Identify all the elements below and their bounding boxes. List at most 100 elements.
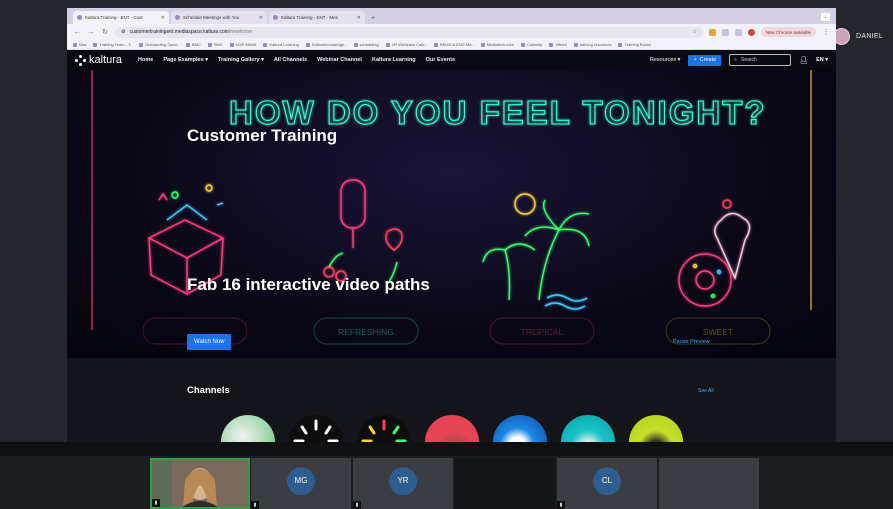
participant-tile[interactable]: MG ▮	[251, 458, 351, 509]
channel-thumbnail[interactable]	[629, 415, 683, 442]
star-icon[interactable]: ☆	[692, 29, 696, 35]
bookmark-item[interactable]: Onboarding Gami..	[139, 42, 179, 47]
neon-label-refreshing: REFRESHING	[338, 327, 394, 337]
create-button[interactable]: + Create	[688, 54, 722, 66]
channel-thumbnail[interactable]	[357, 415, 411, 442]
nav-training-gallery[interactable]: Training Gallery ▾	[218, 57, 264, 63]
bookmark-item[interactable]: REMS & ENG Ma..	[433, 42, 474, 47]
host-badge: DANIEL	[833, 28, 883, 45]
close-icon[interactable]: ✕	[357, 15, 361, 21]
channel-thumbnail[interactable]	[289, 415, 343, 442]
bookmark-label: Calendly	[526, 42, 543, 47]
bookmark-label: Onboarding Gami..	[145, 42, 179, 47]
user-icon[interactable]: 👤︎	[799, 56, 808, 64]
bookmark-item[interactable]: Nira	[73, 42, 86, 47]
bookmark-label: Nira	[79, 42, 87, 47]
channel-thumbnail[interactable]	[493, 415, 547, 442]
nav-page-examples[interactable]: Page Examples ▾	[163, 57, 208, 63]
bookmark-item[interactable]: KMS 5DMK	[229, 42, 256, 47]
back-icon[interactable]: ←	[73, 29, 81, 36]
kaltura-favicon-icon	[273, 15, 278, 20]
menu-icon[interactable]: ⋮	[822, 28, 830, 36]
watch-now-button[interactable]: Watch Now	[187, 334, 232, 350]
see-all-link[interactable]: See All	[698, 388, 714, 394]
bookmark-item[interactable]: training resources	[573, 42, 611, 47]
browser-tab-1[interactable]: Kaltura Training - ENT - Cust ✕	[73, 11, 169, 24]
bookmark-item[interactable]: Mediatech.com	[480, 42, 514, 47]
search-icon: ⌕	[734, 57, 737, 63]
neon-bar	[91, 70, 93, 330]
logo-text: kaltura	[89, 54, 123, 66]
channel-thumbnail[interactable]	[561, 415, 615, 442]
participant-tile[interactable]	[455, 458, 555, 509]
bookmark-item[interactable]: BMC	[185, 42, 201, 47]
nav-all-channels[interactable]: All Channels	[274, 57, 307, 63]
search-placeholder: Search	[740, 57, 757, 63]
chrome-update-button[interactable]: New Chrome available	[760, 27, 816, 37]
bookmarks-bar: Nira Training Team - T.. Onboarding Gami..…	[67, 40, 836, 50]
sidepanel-icon[interactable]	[734, 28, 742, 36]
bookmark-item[interactable]: Kaltura Learning	[263, 42, 299, 47]
new-tab-button[interactable]: +	[367, 15, 379, 24]
bookmark-item[interactable]: Training Team - T..	[93, 42, 132, 47]
channels-section: Channels See All	[67, 358, 836, 442]
mic-icon: ▮	[251, 501, 259, 509]
nav-home[interactable]: Home	[138, 57, 153, 63]
bookmark-icon	[385, 42, 390, 47]
browser-tab-3[interactable]: Kaltura Training - ENT - Mes ✕	[269, 11, 365, 24]
bookmark-item[interactable]: KalturaKnowledge..	[305, 42, 347, 47]
nav-webinar-channel[interactable]: Webinar Channel	[317, 57, 362, 63]
bookmark-item[interactable]: Training Books	[618, 42, 651, 47]
channel-thumbnail[interactable]	[425, 415, 479, 442]
bookmark-icon	[549, 42, 554, 47]
nav-our-events[interactable]: Our Events	[426, 57, 455, 63]
tab-label: Schedule Meetings with You	[183, 15, 240, 20]
slide-heading: Fab 16 interactive video paths	[187, 275, 430, 294]
site-info-icon[interactable]: ⚙	[121, 29, 125, 35]
reload-icon[interactable]: ↻	[101, 28, 109, 36]
bookmark-icon	[185, 42, 190, 47]
bookmark-label: Training Team - T..	[99, 42, 133, 47]
search-input[interactable]: ⌕ Search	[729, 54, 792, 66]
channel-thumbnail[interactable]	[221, 415, 275, 442]
bookmark-label: KalturaKnowledge..	[311, 42, 347, 47]
bookmark-label: REMS & ENG Ma..	[439, 42, 474, 47]
bookmark-item[interactable]: Calendly	[520, 42, 543, 47]
participant-tile[interactable]: CL ▮	[557, 458, 657, 509]
sparkle-icon	[293, 419, 339, 442]
extension-icon[interactable]	[747, 28, 755, 36]
participant-tile[interactable]: YR ▮	[353, 458, 453, 509]
bookmark-icon	[229, 42, 234, 47]
chevron-down-icon[interactable]: ⌄	[821, 13, 830, 21]
participant-tile[interactable]	[659, 458, 759, 509]
address-bar[interactable]: ⚙ customertrainingent.mediaspace.kaltura…	[115, 26, 703, 38]
browser-tab-2[interactable]: Schedule Meetings with You ✕	[171, 11, 267, 24]
page-title: Customer Training	[187, 126, 338, 145]
extension-icon[interactable]	[708, 28, 716, 36]
extension-icon[interactable]	[721, 28, 729, 36]
bookmark-item[interactable]: Vifeed	[549, 42, 567, 47]
language-selector[interactable]: EN ▾	[816, 57, 828, 63]
neon-hero-art: HOW DO YOU FEEL TONIGHT? REFRESHING TROP…	[91, 70, 812, 345]
bookmark-item[interactable]: SMS	[207, 42, 223, 47]
bookmark-item[interactable]: VR Webinars Cale..	[385, 42, 427, 47]
bookmark-item[interactable]: scheduling	[353, 42, 379, 47]
resources-menu[interactable]: Resources ▾	[650, 57, 681, 63]
bookmark-icon	[573, 42, 578, 47]
pause-preview-link[interactable]: Pause Preview	[673, 339, 710, 345]
nav-kaltura-learning[interactable]: Kaltura Learning	[372, 57, 416, 63]
forward-icon[interactable]: →	[87, 29, 95, 36]
shared-browser-window: Kaltura Training - ENT - Cust ✕ Schedule…	[67, 8, 836, 442]
bookmark-icon	[139, 42, 144, 47]
create-label: Create	[699, 57, 717, 63]
participant-tile-self[interactable]: ▮	[150, 458, 250, 509]
close-icon[interactable]: ✕	[161, 15, 165, 21]
kaltura-logo[interactable]: kaltura	[75, 54, 122, 66]
bookmark-label: Vifeed	[555, 42, 567, 47]
participant-avatar: YR	[389, 466, 417, 495]
bookmark-label: scheduling	[359, 42, 379, 47]
close-icon[interactable]: ✕	[259, 15, 263, 21]
mic-icon: ▮	[557, 501, 565, 509]
bookmark-icon	[433, 42, 438, 47]
tab-bar: Kaltura Training - ENT - Cust ✕ Schedule…	[67, 8, 836, 24]
